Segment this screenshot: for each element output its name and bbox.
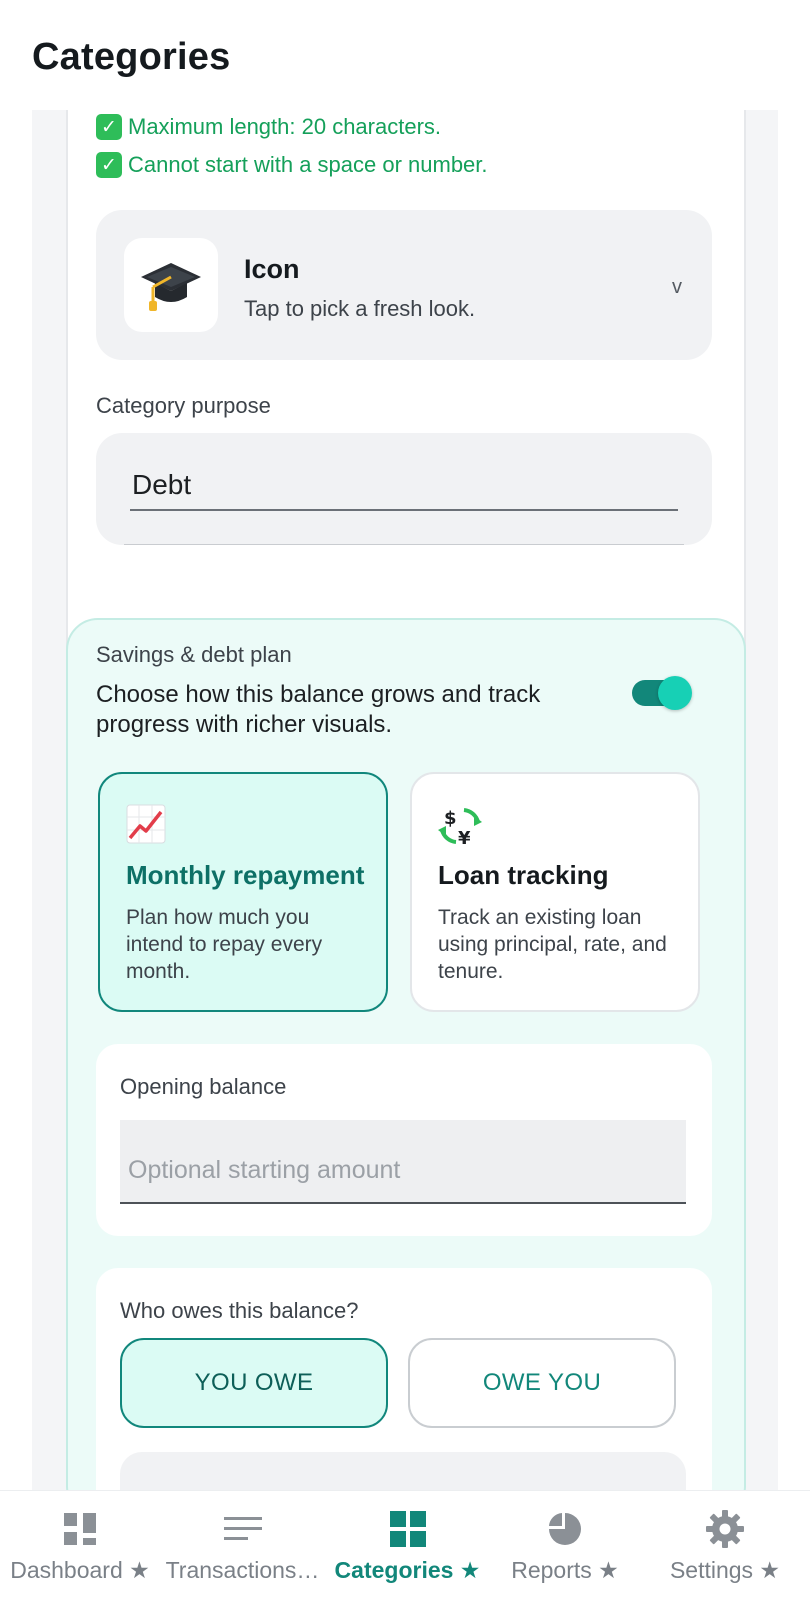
who-owes-card: Who owes this balance? YOU OWE OWE YOU	[96, 1268, 712, 1490]
opening-balance-card: Opening balance	[96, 1044, 712, 1236]
option-monthly-repayment[interactable]: Monthly repayment Plan how much you inte…	[98, 772, 388, 1012]
next-field	[120, 1452, 686, 1490]
nav-label: Settings ★	[669, 1557, 781, 1583]
grid-icon	[389, 1509, 426, 1549]
option-loan-tracking[interactable]: $ ¥ Loan tracking Track an existing loan…	[410, 772, 700, 1012]
nav-label: Dashboard ★	[10, 1557, 150, 1583]
toggle-knob	[658, 676, 692, 710]
category-purpose-dropdown[interactable]: Debt	[96, 433, 712, 545]
owe-you-button[interactable]: OWE YOU	[408, 1338, 676, 1428]
field-divider	[124, 544, 684, 545]
nav-settings[interactable]: Settings ★	[640, 1491, 810, 1600]
nav-reports[interactable]: Reports ★	[490, 1491, 640, 1600]
option-description: Track an existing loan using principal, …	[438, 906, 667, 983]
you-owe-button[interactable]: YOU OWE	[120, 1338, 388, 1428]
nav-label: Categories ★	[334, 1557, 481, 1583]
rule-text: Cannot start with a space or number.	[128, 152, 488, 177]
nav-categories[interactable]: Categories ★	[325, 1491, 490, 1600]
field-underline	[130, 509, 678, 511]
nav-label: Reports ★	[511, 1557, 619, 1583]
gear-icon	[706, 1509, 744, 1549]
check-icon: ✓	[96, 114, 122, 140]
icon-picker[interactable]: Icon Tap to pick a fresh look. v	[96, 210, 712, 360]
validation-rule-max-length: ✓ Maximum length: 20 characters.	[96, 114, 441, 140]
currency-exchange-icon: $ ¥	[438, 804, 482, 853]
app-bar: Categories	[0, 0, 810, 110]
bottom-navigation: Dashboard ★ Transactions… Categories ★ R…	[0, 1490, 810, 1600]
list-icon	[223, 1509, 262, 1549]
option-title: Loan tracking	[438, 860, 609, 890]
icon-picker-subtitle: Tap to pick a fresh look.	[244, 296, 476, 321]
chart-increasing-icon	[126, 804, 166, 849]
option-description: Plan how much you intend to repay every …	[126, 906, 323, 983]
category-purpose-label: Category purpose	[96, 393, 271, 418]
opening-balance-input[interactable]	[120, 1120, 686, 1204]
chevron-down-icon[interactable]: v	[672, 276, 682, 299]
pie-chart-icon	[548, 1509, 582, 1549]
nav-label: Transactions…	[165, 1557, 320, 1583]
category-purpose-value: Debt	[132, 469, 192, 500]
page-title: Categories	[32, 36, 231, 78]
check-icon: ✓	[96, 152, 122, 178]
graduation-cap-icon	[141, 263, 201, 311]
plan-section-label: Savings & debt plan	[96, 642, 292, 667]
plan-toggle[interactable]	[632, 676, 692, 710]
svg-text:$: $	[444, 808, 457, 829]
validation-rule-start-char: ✓ Cannot start with a space or number.	[96, 152, 488, 178]
icon-picker-title: Icon	[244, 254, 300, 284]
nav-dashboard[interactable]: Dashboard ★	[0, 1491, 160, 1600]
who-owes-label: Who owes this balance?	[120, 1298, 359, 1323]
opening-balance-label: Opening balance	[120, 1074, 287, 1099]
dashboard-icon	[63, 1509, 97, 1549]
nav-transactions[interactable]: Transactions…	[160, 1491, 325, 1600]
rule-text: Maximum length: 20 characters.	[128, 114, 442, 139]
icon-preview-tile	[124, 238, 218, 332]
svg-text:¥: ¥	[458, 828, 471, 848]
content-scroll-area[interactable]: ✓ Maximum length: 20 characters. ✓ Canno…	[32, 110, 778, 1490]
option-title: Monthly repayment	[126, 860, 365, 890]
plan-description: Choose how this balance grows and track …	[96, 681, 541, 738]
